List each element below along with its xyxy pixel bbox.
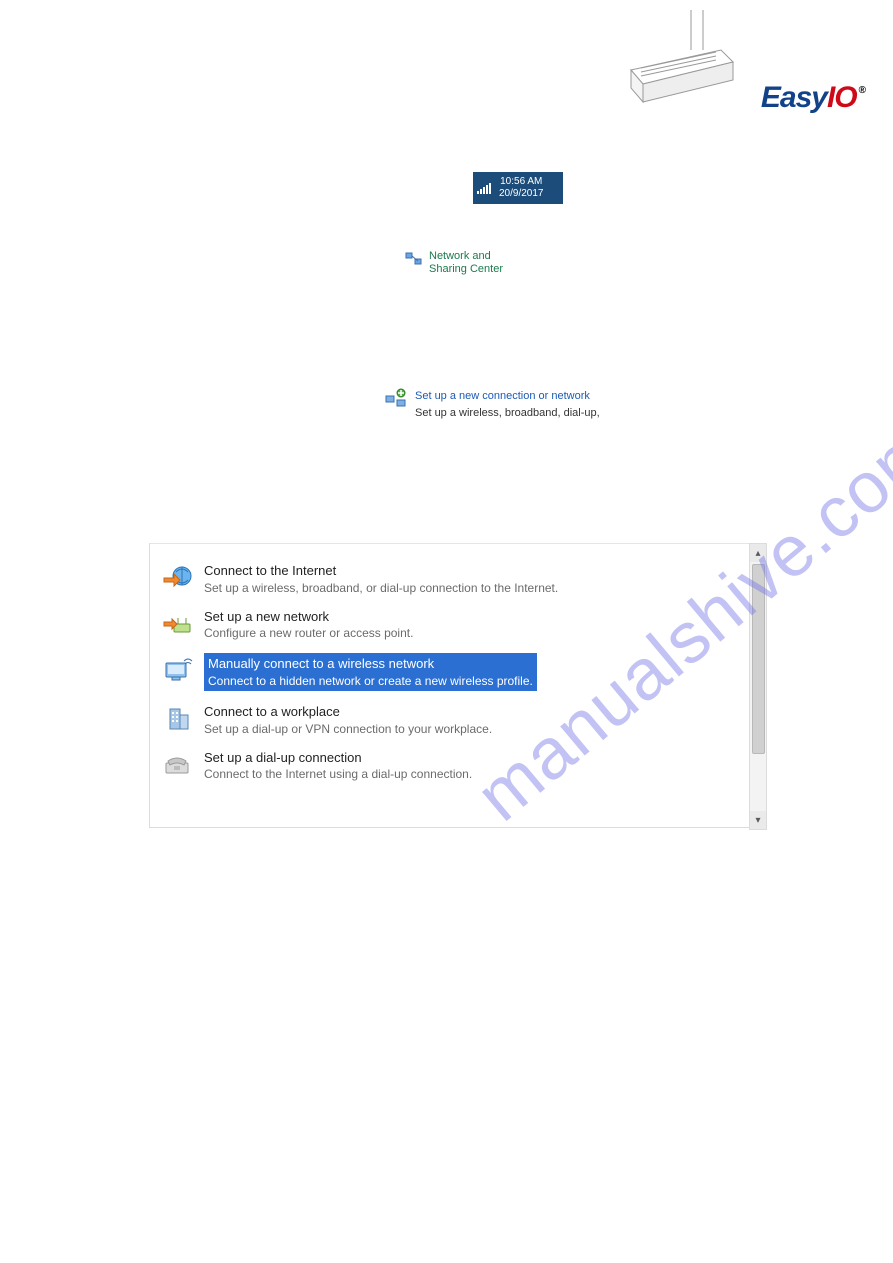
- network-sharing-label: Network and Sharing Center: [429, 250, 529, 276]
- monitor-wifi-icon: [162, 653, 194, 685]
- option-title: Set up a dial-up connection: [204, 749, 472, 767]
- brand-logo: EasyIO®: [761, 81, 863, 115]
- router-arrow-icon: [162, 608, 194, 640]
- option-sub: Set up a wireless, broadband, or dial-up…: [204, 580, 558, 596]
- setup-connection-link[interactable]: Set up a new connection or network Set u…: [385, 388, 600, 421]
- brand-io: IO: [827, 81, 857, 115]
- device-illustration: [621, 10, 741, 115]
- wifi-signal-icon[interactable]: [477, 182, 491, 194]
- tray-time: 10:56 AM: [499, 176, 544, 188]
- scroll-thumb[interactable]: [752, 564, 765, 754]
- option-title: Set up a new network: [204, 608, 413, 626]
- setup-connection-title: Set up a new connection or network: [415, 388, 600, 405]
- option-new-network[interactable]: Set up a new network Configure a new rou…: [160, 602, 739, 648]
- option-connect-internet[interactable]: Connect to the Internet Set up a wireles…: [160, 556, 739, 602]
- option-workplace[interactable]: Connect to a workplace Set up a dial-up …: [160, 697, 739, 743]
- brand-easy: Easy: [761, 81, 827, 115]
- option-title: Manually connect to a wireless network: [208, 655, 533, 673]
- option-title: Connect to the Internet: [204, 562, 558, 580]
- network-sharing-icon: [405, 250, 423, 271]
- setup-connection-sub: Set up a wireless, broadband, dial-up,: [415, 405, 600, 422]
- building-icon: [162, 703, 194, 735]
- network-sharing-link[interactable]: Network and Sharing Center: [405, 250, 529, 276]
- scroll-up-arrow[interactable]: ▴: [750, 544, 766, 562]
- option-title: Connect to a workplace: [204, 703, 492, 721]
- connection-options-panel: Connect to the Internet Set up a wireles…: [149, 543, 749, 828]
- tray-date: 20/9/2017: [499, 188, 544, 200]
- option-manual-wireless[interactable]: Manually connect to a wireless network C…: [160, 647, 739, 697]
- scrollbar[interactable]: ▴ ▾: [749, 543, 767, 830]
- globe-arrow-icon: [162, 562, 194, 594]
- scroll-down-arrow[interactable]: ▾: [750, 811, 766, 829]
- page-header: EasyIO®: [621, 10, 863, 115]
- option-sub: Set up a dial-up or VPN connection to yo…: [204, 721, 492, 737]
- option-sub: Configure a new router or access point.: [204, 625, 413, 641]
- tray-clock[interactable]: 10:56 AM 20/9/2017: [499, 176, 544, 200]
- setup-connection-icon: [385, 388, 407, 413]
- system-tray[interactable]: 10:56 AM 20/9/2017: [473, 172, 563, 204]
- option-sub: Connect to a hidden network or create a …: [208, 673, 533, 689]
- option-sub: Connect to the Internet using a dial-up …: [204, 766, 472, 782]
- phone-modem-icon: [162, 749, 194, 781]
- option-dialup[interactable]: Set up a dial-up connection Connect to t…: [160, 743, 739, 789]
- brand-registered: ®: [859, 85, 865, 96]
